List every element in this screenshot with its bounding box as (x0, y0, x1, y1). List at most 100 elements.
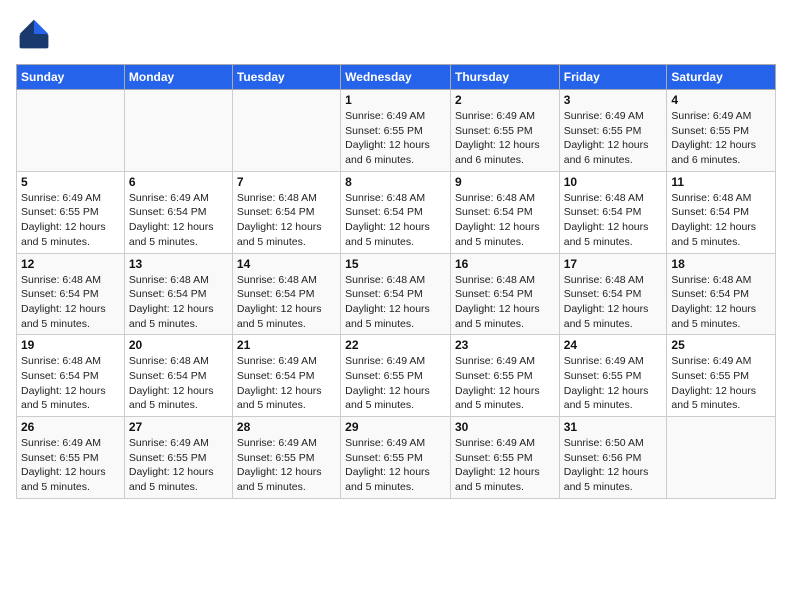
calendar-day-cell: 20 Sunrise: 6:48 AM Sunset: 6:54 PM Dayli… (124, 335, 232, 417)
calendar-day-cell: 8Sunrise: 6:48 AM Sunset: 6:54 PM Daylig… (341, 171, 451, 253)
calendar-day-cell: 13Sunrise: 6:48 AM Sunset: 6:54 PM Dayli… (124, 253, 232, 335)
calendar-day-cell: 19 Sunrise: 6:48 AM Sunset: 6:54 PM Dayli… (17, 335, 125, 417)
day-info: Sunrise: 6:48 AM Sunset: 6:54 PM Dayligh… (455, 273, 555, 332)
day-number: 6 (129, 175, 228, 189)
day-info: Sunrise: 6:49 AM Sunset: 6:55 PM Dayligh… (21, 436, 120, 495)
calendar-day-cell: 11Sunrise: 6:48 AM Sunset: 6:54 PM Dayli… (667, 171, 776, 253)
day-number: 22 (345, 338, 446, 352)
calendar-day-cell: 24Sunrise: 6:49 AM Sunset: 6:55 PM Dayli… (559, 335, 667, 417)
weekday-header: Thursday (450, 65, 559, 90)
day-info: Sunrise: 6:48 AM Sunset: 6:54 PM Dayligh… (21, 354, 120, 413)
day-number: 25 (671, 338, 771, 352)
day-info: Sunrise: 6:49 AM Sunset: 6:55 PM Dayligh… (455, 354, 555, 413)
day-number: 10 (564, 175, 663, 189)
calendar-day-cell: 31Sunrise: 6:50 AM Sunset: 6:56 PM Dayli… (559, 417, 667, 499)
day-number: 9 (455, 175, 555, 189)
calendar-week-row: 12 Sunrise: 6:48 AM Sunset: 6:54 PM Dayli… (17, 253, 776, 335)
logo (16, 16, 58, 52)
day-info: Sunrise: 6:48 AM Sunset: 6:54 PM Dayligh… (455, 191, 555, 250)
calendar-header: SundayMondayTuesdayWednesdayThursdayFrid… (17, 65, 776, 90)
calendar-day-cell: 30 Sunrise: 6:49 AM Sunset: 6:55 PM Dayli… (450, 417, 559, 499)
calendar-day-cell: 28 Sunrise: 6:49 AM Sunset: 6:55 PM Dayli… (232, 417, 340, 499)
weekday-header: Tuesday (232, 65, 340, 90)
calendar-day-cell: 29 Sunrise: 6:49 AM Sunset: 6:55 PM Dayli… (341, 417, 451, 499)
calendar-day-cell (17, 90, 125, 172)
day-info: Sunrise: 6:49 AM Sunset: 6:55 PM Dayligh… (671, 109, 771, 168)
calendar-week-row: 1 Sunrise: 6:49 AM Sunset: 6:55 PM Daylig… (17, 90, 776, 172)
calendar-day-cell: 2 Sunrise: 6:49 AM Sunset: 6:55 PM Daylig… (450, 90, 559, 172)
calendar-week-row: 19 Sunrise: 6:48 AM Sunset: 6:54 PM Dayli… (17, 335, 776, 417)
calendar-day-cell: 16 Sunrise: 6:48 AM Sunset: 6:54 PM Dayli… (450, 253, 559, 335)
day-info: Sunrise: 6:49 AM Sunset: 6:55 PM Dayligh… (671, 354, 771, 413)
calendar-day-cell: 14 Sunrise: 6:48 AM Sunset: 6:54 PM Dayli… (232, 253, 340, 335)
day-number: 21 (237, 338, 336, 352)
day-number: 31 (564, 420, 663, 434)
day-info: Sunrise: 6:49 AM Sunset: 6:55 PM Dayligh… (455, 109, 555, 168)
day-number: 23 (455, 338, 555, 352)
calendar-body: 1 Sunrise: 6:49 AM Sunset: 6:55 PM Daylig… (17, 90, 776, 499)
day-info: Sunrise: 6:48 AM Sunset: 6:54 PM Dayligh… (671, 273, 771, 332)
calendar-day-cell: 10 Sunrise: 6:48 AM Sunset: 6:54 PM Dayli… (559, 171, 667, 253)
calendar-day-cell (124, 90, 232, 172)
day-info: Sunrise: 6:49 AM Sunset: 6:55 PM Dayligh… (345, 109, 446, 168)
day-info: Sunrise: 6:49 AM Sunset: 6:55 PM Dayligh… (564, 354, 663, 413)
calendar-day-cell: 23 Sunrise: 6:49 AM Sunset: 6:55 PM Dayli… (450, 335, 559, 417)
day-number: 17 (564, 257, 663, 271)
day-info: Sunrise: 6:48 AM Sunset: 6:54 PM Dayligh… (237, 191, 336, 250)
day-number: 29 (345, 420, 446, 434)
day-info: Sunrise: 6:49 AM Sunset: 6:54 PM Dayligh… (129, 191, 228, 250)
weekday-row: SundayMondayTuesdayWednesdayThursdayFrid… (17, 65, 776, 90)
calendar-day-cell: 1 Sunrise: 6:49 AM Sunset: 6:55 PM Daylig… (341, 90, 451, 172)
day-info: Sunrise: 6:48 AM Sunset: 6:54 PM Dayligh… (564, 191, 663, 250)
day-number: 18 (671, 257, 771, 271)
day-number: 30 (455, 420, 555, 434)
calendar-day-cell (667, 417, 776, 499)
day-info: Sunrise: 6:48 AM Sunset: 6:54 PM Dayligh… (129, 354, 228, 413)
calendar-day-cell: 22 Sunrise: 6:49 AM Sunset: 6:55 PM Dayli… (341, 335, 451, 417)
calendar-week-row: 26Sunrise: 6:49 AM Sunset: 6:55 PM Dayli… (17, 417, 776, 499)
calendar-day-cell: 12 Sunrise: 6:48 AM Sunset: 6:54 PM Dayli… (17, 253, 125, 335)
day-number: 1 (345, 93, 446, 107)
day-number: 20 (129, 338, 228, 352)
day-info: Sunrise: 6:49 AM Sunset: 6:55 PM Dayligh… (237, 436, 336, 495)
day-info: Sunrise: 6:49 AM Sunset: 6:55 PM Dayligh… (129, 436, 228, 495)
logo-icon (16, 16, 52, 52)
day-info: Sunrise: 6:49 AM Sunset: 6:55 PM Dayligh… (345, 436, 446, 495)
day-number: 3 (564, 93, 663, 107)
calendar-day-cell: 6 Sunrise: 6:49 AM Sunset: 6:54 PM Daylig… (124, 171, 232, 253)
day-number: 19 (21, 338, 120, 352)
day-info: Sunrise: 6:48 AM Sunset: 6:54 PM Dayligh… (237, 273, 336, 332)
calendar-day-cell: 26Sunrise: 6:49 AM Sunset: 6:55 PM Dayli… (17, 417, 125, 499)
day-info: Sunrise: 6:49 AM Sunset: 6:55 PM Dayligh… (455, 436, 555, 495)
calendar-day-cell: 3 Sunrise: 6:49 AM Sunset: 6:55 PM Daylig… (559, 90, 667, 172)
weekday-header: Monday (124, 65, 232, 90)
calendar-day-cell: 17Sunrise: 6:48 AM Sunset: 6:54 PM Dayli… (559, 253, 667, 335)
calendar-day-cell: 18 Sunrise: 6:48 AM Sunset: 6:54 PM Dayli… (667, 253, 776, 335)
calendar-day-cell: 9 Sunrise: 6:48 AM Sunset: 6:54 PM Daylig… (450, 171, 559, 253)
calendar-day-cell: 21 Sunrise: 6:49 AM Sunset: 6:54 PM Dayli… (232, 335, 340, 417)
calendar-day-cell: 7Sunrise: 6:48 AM Sunset: 6:54 PM Daylig… (232, 171, 340, 253)
day-info: Sunrise: 6:48 AM Sunset: 6:54 PM Dayligh… (345, 273, 446, 332)
calendar-day-cell (232, 90, 340, 172)
day-info: Sunrise: 6:48 AM Sunset: 6:54 PM Dayligh… (129, 273, 228, 332)
day-number: 15 (345, 257, 446, 271)
calendar-day-cell: 27 Sunrise: 6:49 AM Sunset: 6:55 PM Dayli… (124, 417, 232, 499)
day-info: Sunrise: 6:49 AM Sunset: 6:54 PM Dayligh… (237, 354, 336, 413)
day-number: 27 (129, 420, 228, 434)
calendar-week-row: 5Sunrise: 6:49 AM Sunset: 6:55 PM Daylig… (17, 171, 776, 253)
day-number: 16 (455, 257, 555, 271)
calendar-day-cell: 5Sunrise: 6:49 AM Sunset: 6:55 PM Daylig… (17, 171, 125, 253)
day-info: Sunrise: 6:49 AM Sunset: 6:55 PM Dayligh… (564, 109, 663, 168)
day-number: 28 (237, 420, 336, 434)
weekday-header: Sunday (17, 65, 125, 90)
calendar-day-cell: 25 Sunrise: 6:49 AM Sunset: 6:55 PM Dayli… (667, 335, 776, 417)
day-info: Sunrise: 6:48 AM Sunset: 6:54 PM Dayligh… (21, 273, 120, 332)
day-number: 2 (455, 93, 555, 107)
weekday-header: Wednesday (341, 65, 451, 90)
day-number: 14 (237, 257, 336, 271)
day-info: Sunrise: 6:49 AM Sunset: 6:55 PM Dayligh… (21, 191, 120, 250)
calendar-day-cell: 15 Sunrise: 6:48 AM Sunset: 6:54 PM Dayli… (341, 253, 451, 335)
weekday-header: Friday (559, 65, 667, 90)
day-number: 12 (21, 257, 120, 271)
day-info: Sunrise: 6:49 AM Sunset: 6:55 PM Dayligh… (345, 354, 446, 413)
